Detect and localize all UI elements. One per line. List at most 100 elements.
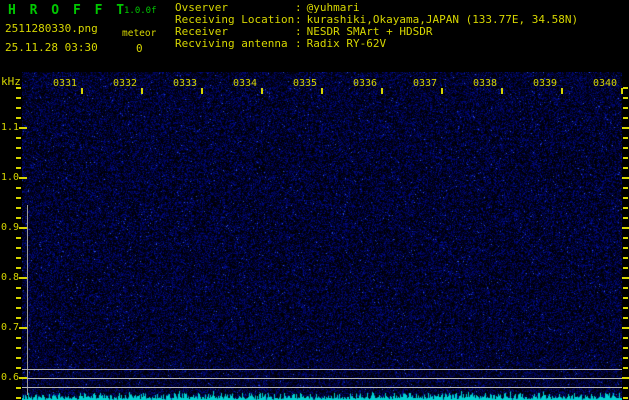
minor-tick-left: [16, 347, 21, 349]
minor-tick-left: [16, 197, 21, 199]
x-axis-time-label: 0332: [112, 78, 138, 89]
app-version: 1.0.0f: [124, 6, 157, 16]
x-axis-time-label: 0334: [232, 78, 258, 89]
minor-tick-right: [623, 87, 628, 89]
major-tick-left: [19, 327, 27, 329]
minor-tick-right: [623, 157, 628, 159]
major-tick-right: [622, 127, 629, 129]
app-title: H R O F F T: [8, 3, 128, 18]
minor-tick-right: [623, 357, 628, 359]
info-row: Recviving antenna: Radix RY-62V: [175, 38, 578, 50]
level-scale-bar: [27, 205, 28, 395]
minor-tick-left: [16, 267, 21, 269]
x-axis-time-label: 0337: [412, 78, 438, 89]
marker-line: [22, 369, 622, 370]
minor-tick-right: [623, 387, 628, 389]
minor-tick-right: [623, 257, 628, 259]
y-axis-frequency-label: 1.1: [0, 122, 19, 133]
major-tick-left: [19, 127, 27, 129]
minor-tick-right: [623, 237, 628, 239]
minor-tick-left: [16, 217, 21, 219]
minor-tick-left: [16, 97, 21, 99]
y-axis-frequency-label: 0.7: [0, 322, 19, 333]
minor-tick-left: [16, 307, 21, 309]
minor-tick-left: [16, 137, 21, 139]
minor-tick-left: [16, 337, 21, 339]
minute-tick-mark: [441, 88, 443, 94]
minute-tick-mark: [501, 88, 503, 94]
minor-tick-right: [623, 307, 628, 309]
minute-tick-mark: [141, 88, 143, 94]
minor-tick-right: [623, 117, 628, 119]
minor-tick-right: [623, 317, 628, 319]
minor-tick-right: [623, 397, 628, 399]
y-axis-frequency-label: 0.8: [0, 272, 19, 283]
meteor-counter-value: 0: [136, 42, 143, 55]
minor-tick-right: [623, 347, 628, 349]
station-info-block: Ovserver: @yuhmari Receiving Location: kura…: [175, 2, 578, 50]
minor-tick-right: [623, 287, 628, 289]
y-axis-frequency-label: 0.6: [0, 372, 19, 383]
observation-datetime: 25.11.28 03:30: [5, 41, 98, 54]
minor-tick-right: [623, 267, 628, 269]
minute-tick-mark: [321, 88, 323, 94]
major-tick-right: [622, 277, 629, 279]
major-tick-left: [19, 227, 27, 229]
y-axis-frequency-label: 0.9: [0, 222, 19, 233]
spectrogram: [22, 72, 622, 400]
minor-tick-right: [623, 147, 628, 149]
minute-tick-mark: [261, 88, 263, 94]
major-tick-left: [19, 377, 27, 379]
y-axis-frequency-label: 1.0: [0, 172, 19, 183]
minute-tick-mark: [381, 88, 383, 94]
x-axis-time-label: 0333: [172, 78, 198, 89]
minor-tick-right: [623, 187, 628, 189]
minor-tick-left: [16, 257, 21, 259]
minor-tick-right: [623, 367, 628, 369]
major-tick-right: [622, 177, 629, 179]
x-axis-time-label: 0331: [52, 78, 78, 89]
minor-tick-left: [16, 187, 21, 189]
output-filename: 2511280330.png: [5, 22, 98, 35]
info-separator: :: [295, 37, 302, 50]
minor-tick-left: [16, 237, 21, 239]
minor-tick-right: [623, 247, 628, 249]
info-label: Recviving antenna: [175, 37, 288, 50]
minor-tick-right: [623, 107, 628, 109]
minor-tick-left: [16, 247, 21, 249]
minor-tick-left: [16, 367, 21, 369]
marker-line: [22, 387, 622, 388]
minor-tick-left: [16, 157, 21, 159]
minor-tick-left: [16, 387, 21, 389]
minor-tick-left: [16, 207, 21, 209]
major-tick-right: [622, 327, 629, 329]
major-tick-left: [19, 177, 27, 179]
hrofft-screen: H R O F F T 1.0.0f 2511280330.png meteor…: [0, 0, 629, 400]
minor-tick-right: [623, 137, 628, 139]
minor-tick-right: [623, 167, 628, 169]
minute-tick-mark: [81, 88, 83, 94]
x-axis-time-label: 0336: [352, 78, 378, 89]
x-axis-time-label: 0335: [292, 78, 318, 89]
minor-tick-right: [623, 217, 628, 219]
minute-tick-mark: [561, 88, 563, 94]
minor-tick-left: [16, 107, 21, 109]
minor-tick-left: [16, 397, 21, 399]
minor-tick-left: [16, 167, 21, 169]
major-tick-right: [622, 377, 629, 379]
major-tick-left: [19, 277, 27, 279]
minor-tick-left: [16, 87, 21, 89]
info-value: Radix RY-62V: [306, 37, 387, 50]
marker-line: [22, 378, 622, 379]
minor-tick-left: [16, 297, 21, 299]
x-axis-time-label: 0338: [472, 78, 498, 89]
x-axis-time-label: 0340: [592, 78, 618, 89]
minor-tick-left: [16, 357, 21, 359]
minor-tick-right: [623, 207, 628, 209]
meteor-counter-label: meteor: [122, 28, 157, 39]
minor-tick-left: [16, 317, 21, 319]
minor-tick-right: [623, 97, 628, 99]
minor-tick-right: [623, 297, 628, 299]
minute-tick-mark: [201, 88, 203, 94]
minor-tick-right: [623, 197, 628, 199]
